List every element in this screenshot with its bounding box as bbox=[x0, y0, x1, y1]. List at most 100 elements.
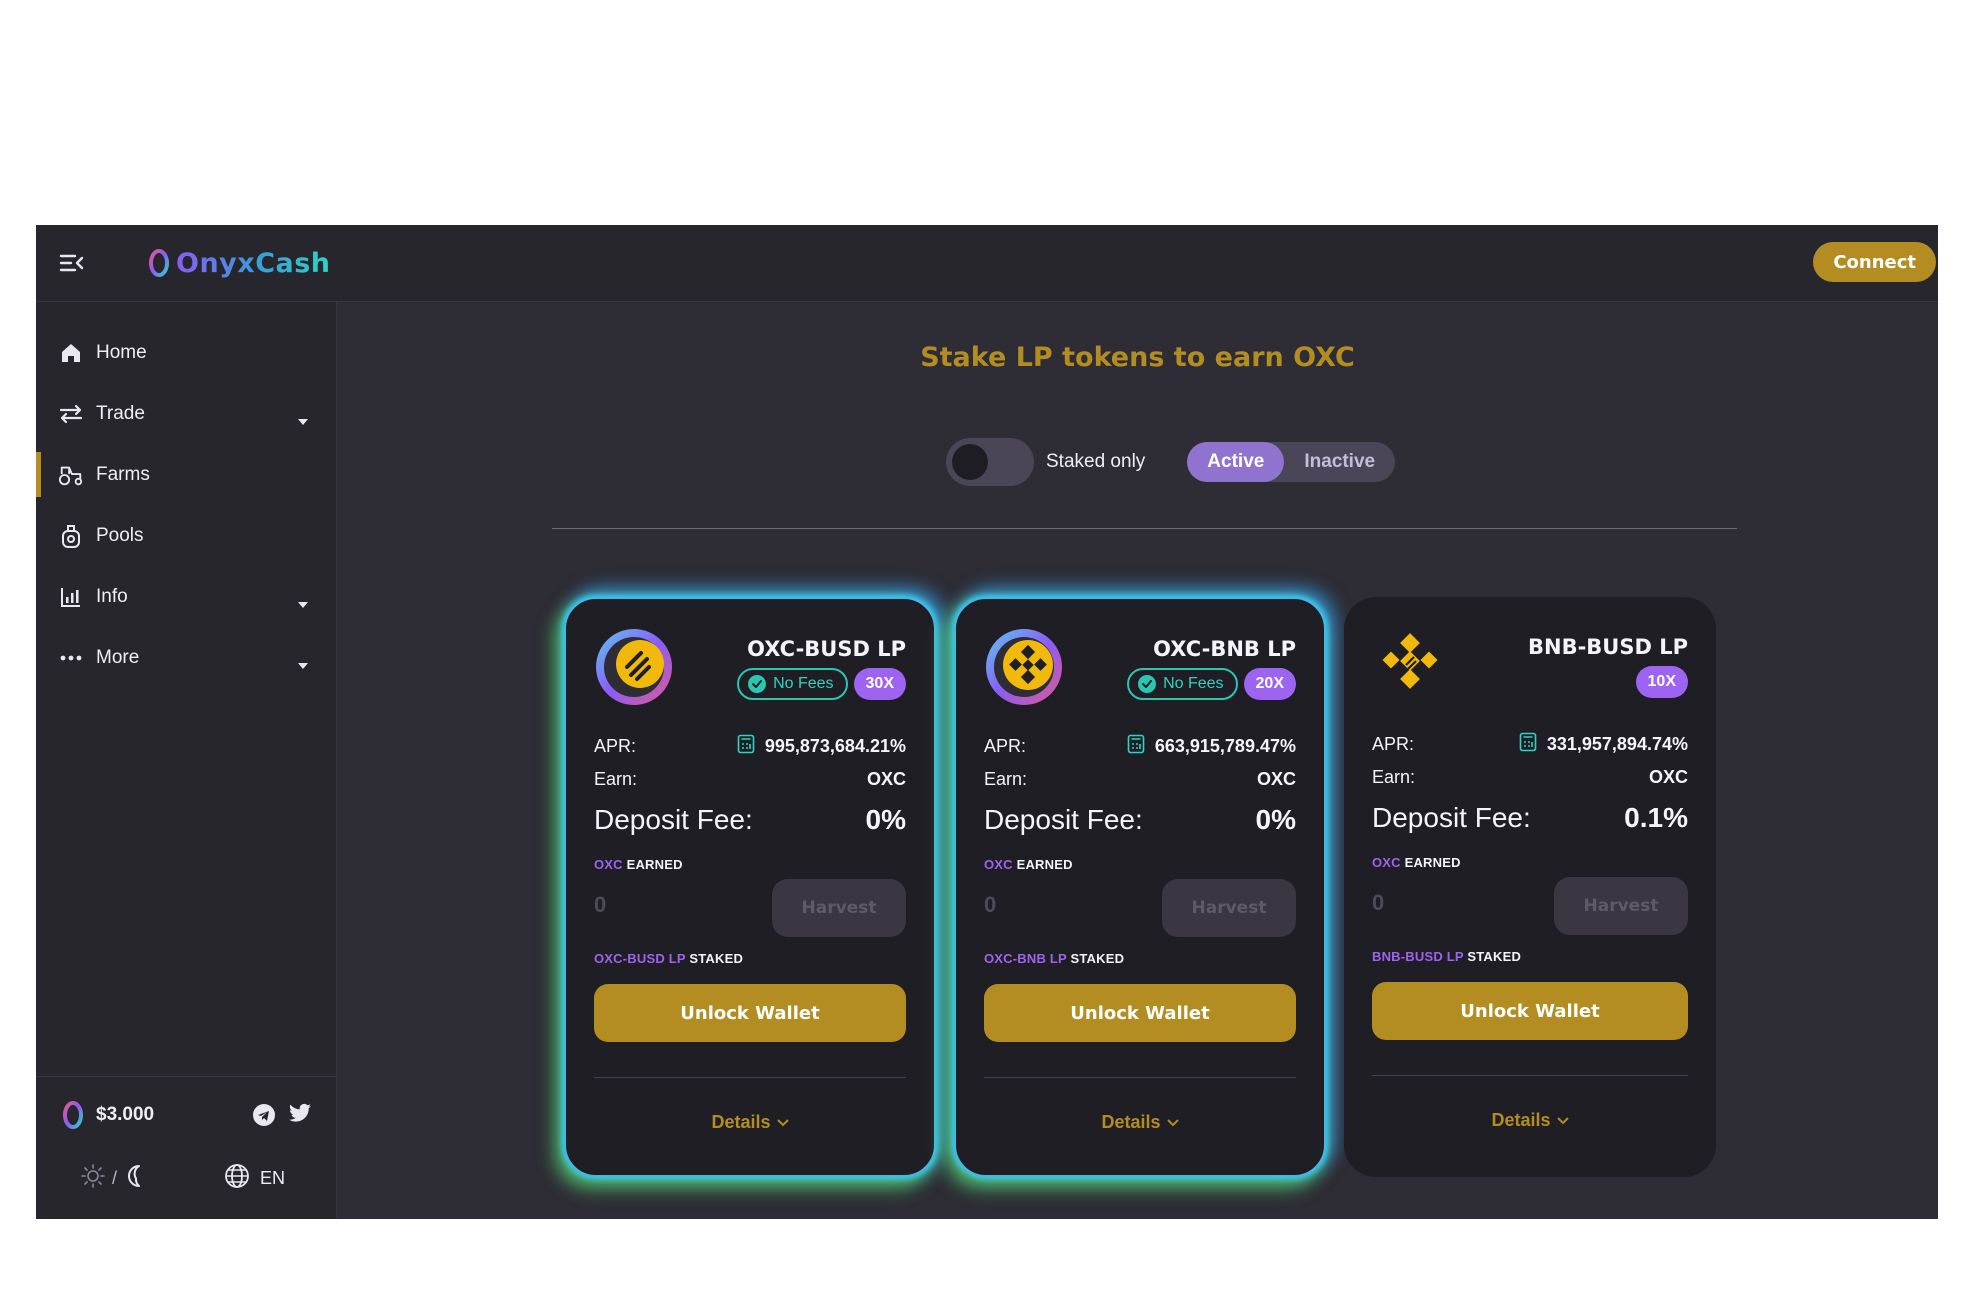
harvest-button[interactable]: Harvest bbox=[772, 879, 906, 937]
earned-label: OXC EARNED bbox=[984, 857, 1073, 872]
sidebar-item-home[interactable]: Home bbox=[36, 322, 336, 383]
earn-value: OXC bbox=[1648, 767, 1688, 787]
chevron-down-icon bbox=[776, 1118, 789, 1126]
apr-label: APR: bbox=[984, 736, 1027, 756]
details-toggle[interactable]: Details bbox=[1344, 1110, 1716, 1131]
sidebar-item-label: More bbox=[96, 646, 140, 668]
sidebar-item-label: Info bbox=[96, 585, 128, 607]
deposit-fee-row: Deposit Fee: 0% bbox=[594, 804, 906, 836]
tab-inactive[interactable]: Inactive bbox=[1284, 442, 1395, 482]
social-links bbox=[252, 1103, 312, 1132]
sidebar-item-more[interactable]: More bbox=[36, 627, 336, 688]
apr-value: 663,915,789.47% bbox=[1154, 736, 1296, 756]
oxc-busd-token-icon bbox=[594, 627, 674, 707]
telegram-icon[interactable] bbox=[252, 1103, 276, 1132]
sidebar-item-info[interactable]: Info bbox=[36, 566, 336, 627]
earned-value: 0 bbox=[594, 892, 607, 917]
sidebar-item-trade[interactable]: Trade bbox=[36, 383, 336, 444]
details-toggle[interactable]: Details bbox=[566, 1112, 934, 1133]
staked-label: BNB-BUSD LP STAKED bbox=[1372, 949, 1522, 964]
earn-row: Earn: OXC bbox=[1372, 767, 1688, 788]
calculator-icon[interactable] bbox=[1127, 734, 1145, 759]
swap-icon bbox=[58, 401, 84, 427]
divider bbox=[552, 528, 1737, 529]
deposit-fee-label: Deposit Fee: bbox=[1372, 802, 1531, 833]
oxc-bnb-token-icon bbox=[984, 627, 1064, 707]
earned-value: 0 bbox=[1372, 890, 1385, 915]
staked-label: OXC-BUSD LP STAKED bbox=[594, 951, 744, 966]
farm-badges: No Fees 20X bbox=[1127, 668, 1296, 700]
staked-only-label: Staked only bbox=[1046, 451, 1146, 472]
status-tabs: Active Inactive bbox=[1187, 442, 1396, 482]
app-window: OnyxCash Connect Home Trade Farms Pools … bbox=[36, 225, 1938, 1219]
details-label: Details bbox=[1491, 1110, 1551, 1130]
chart-icon bbox=[58, 584, 84, 610]
logo[interactable]: OnyxCash bbox=[146, 245, 331, 281]
menu-collapse-icon[interactable] bbox=[58, 249, 86, 277]
page-title: Stake LP tokens to earn OXC bbox=[920, 342, 1355, 373]
farm-name: OXC-BUSD LP bbox=[747, 637, 906, 661]
deposit-fee-value: 0% bbox=[865, 804, 906, 835]
multiplier-badge: 10X bbox=[1635, 666, 1688, 698]
token-price-value: $3.000 bbox=[96, 1104, 155, 1125]
home-icon bbox=[58, 340, 84, 366]
sun-icon[interactable] bbox=[80, 1163, 106, 1194]
farm-filters: Staked only Active Inactive bbox=[946, 437, 1396, 487]
card-divider bbox=[984, 1077, 1296, 1078]
unlock-wallet-button[interactable]: Unlock Wallet bbox=[984, 984, 1296, 1042]
apr-value: 331,957,894.74% bbox=[1546, 734, 1688, 754]
staked-only-toggle[interactable] bbox=[946, 438, 1034, 486]
top-bar: OnyxCash Connect bbox=[36, 225, 1938, 302]
logo-icon bbox=[149, 249, 169, 277]
verified-icon bbox=[748, 675, 767, 693]
earned-label: OXC EARNED bbox=[1372, 855, 1461, 870]
moon-icon[interactable] bbox=[123, 1163, 147, 1194]
theme-toggle[interactable]: / bbox=[80, 1163, 147, 1194]
harvest-button[interactable]: Harvest bbox=[1162, 879, 1296, 937]
twitter-icon[interactable] bbox=[288, 1103, 312, 1132]
earned-value: 0 bbox=[984, 892, 997, 917]
chevron-down-icon bbox=[1166, 1118, 1179, 1126]
connect-button[interactable]: Connect bbox=[1813, 242, 1936, 282]
staked-label: OXC-BNB LP STAKED bbox=[984, 951, 1125, 966]
tab-active[interactable]: Active bbox=[1187, 442, 1285, 482]
sidebar-nav: Home Trade Farms Pools Info More bbox=[36, 322, 336, 688]
multiplier-badge: 20X bbox=[1243, 668, 1296, 700]
details-toggle[interactable]: Details bbox=[956, 1112, 1324, 1133]
deposit-fee-row: Deposit Fee: 0.1% bbox=[1372, 802, 1688, 834]
calculator-icon[interactable] bbox=[1519, 732, 1537, 757]
details-label: Details bbox=[711, 1112, 771, 1132]
farm-card: OXC-BNB LP No Fees 20X APR: 663,915,789.… bbox=[954, 597, 1326, 1177]
earn-label: Earn: bbox=[1372, 767, 1416, 787]
earn-value: OXC bbox=[866, 769, 906, 789]
deposit-fee-value: 0% bbox=[1255, 804, 1296, 835]
calculator-icon[interactable] bbox=[737, 734, 755, 759]
apr-label: APR: bbox=[1372, 734, 1415, 754]
earn-row: Earn: OXC bbox=[984, 769, 1296, 790]
farm-badges: No Fees 30X bbox=[737, 668, 906, 700]
language-selector[interactable]: EN bbox=[224, 1163, 285, 1194]
sidebar: Home Trade Farms Pools Info More $3.000 … bbox=[36, 302, 337, 1219]
apr-row: APR: 995,873,684.21% bbox=[594, 734, 906, 759]
no-fees-badge: No Fees bbox=[737, 668, 848, 700]
main-content: Stake LP tokens to earn OXC Staked only … bbox=[337, 302, 1938, 1219]
unlock-wallet-button[interactable]: Unlock Wallet bbox=[594, 984, 906, 1042]
deposit-fee-row: Deposit Fee: 0% bbox=[984, 804, 1296, 836]
farm-name: OXC-BNB LP bbox=[1153, 637, 1296, 661]
details-label: Details bbox=[1101, 1112, 1161, 1132]
pool-icon bbox=[58, 523, 84, 549]
onyx-token-icon bbox=[63, 1101, 83, 1129]
token-price[interactable]: $3.000 bbox=[60, 1099, 154, 1131]
caret-down-icon bbox=[298, 592, 308, 614]
harvest-button[interactable]: Harvest bbox=[1554, 877, 1688, 935]
sidebar-item-farms[interactable]: Farms bbox=[36, 444, 336, 505]
earn-label: Earn: bbox=[984, 769, 1028, 789]
earn-row: Earn: OXC bbox=[594, 769, 906, 790]
tractor-icon bbox=[58, 462, 84, 488]
no-fees-label: No Fees bbox=[1163, 675, 1224, 692]
sidebar-item-pools[interactable]: Pools bbox=[36, 505, 336, 566]
earned-label: OXC EARNED bbox=[594, 857, 683, 872]
unlock-wallet-button[interactable]: Unlock Wallet bbox=[1372, 982, 1688, 1040]
apr-label: APR: bbox=[594, 736, 637, 756]
bnb-busd-token-icon bbox=[1372, 625, 1452, 705]
